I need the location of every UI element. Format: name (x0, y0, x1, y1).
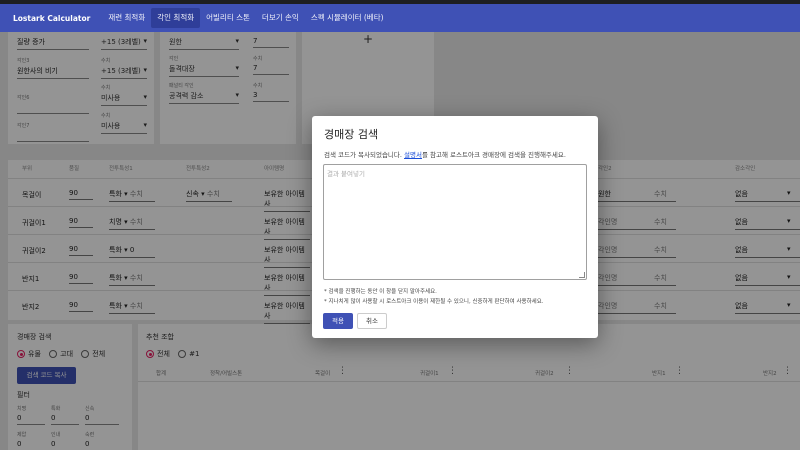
nav-ability-stone[interactable]: 어빌리티 스톤 (200, 8, 256, 28)
dialog-title: 경매장 검색 (324, 128, 379, 141)
manual-link[interactable]: 설명서 (404, 151, 422, 159)
dialog-notes: * 검색을 진행하는 동안 이 창을 닫지 말아주세요. * 지나치게 많이 사… (324, 289, 544, 305)
app-brand[interactable]: Lostark Calculator (13, 14, 90, 23)
dialog-description: 검색 코드가 복사되었습니다. 설명서를 참고해 로스트아크 경매장에 검색을 … (324, 151, 566, 159)
cancel-button[interactable]: 취소 (357, 313, 387, 329)
app-bar: Lostark Calculator 재련 최적화 각인 최적화 어빌리티 스톤… (0, 4, 800, 32)
nav-engraving[interactable]: 각인 최적화 (151, 8, 201, 28)
paste-result-textarea[interactable]: 결과 붙여넣기 (323, 164, 587, 280)
nav-refine[interactable]: 재련 최적화 (102, 8, 151, 28)
auction-search-dialog: 경매장 검색 검색 코드가 복사되었습니다. 설명서를 참고해 로스트아크 경매… (312, 116, 598, 338)
textarea-placeholder: 결과 붙여넣기 (327, 170, 365, 178)
nav-spec-simulator[interactable]: 스펙 시뮬레이터 (베타) (305, 8, 390, 28)
resize-handle-icon[interactable] (579, 272, 585, 278)
apply-button[interactable]: 적용 (323, 313, 353, 329)
nav-more-profit[interactable]: 더보기 손익 (256, 8, 305, 28)
